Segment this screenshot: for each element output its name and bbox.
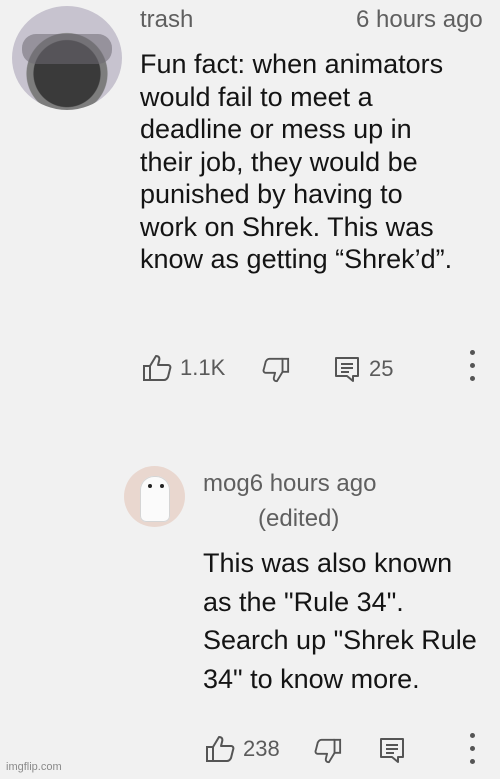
more-vert-icon[interactable] (468, 350, 476, 386)
edited-label: (edited) (258, 505, 340, 532)
reply-icon (335, 357, 359, 382)
reply-line: This was also known (203, 548, 453, 578)
reply-icon (380, 738, 404, 763)
comment-line: punished by having to (140, 179, 403, 209)
reply-dislike-button[interactable] (314, 737, 342, 765)
comment-line: their job, they would be (140, 146, 418, 177)
reply-username-time[interactable]: mog6 hours ago (203, 470, 376, 498)
reply-button[interactable]: 25 (333, 355, 393, 383)
reply-line: 34" to know more. (203, 663, 420, 694)
reply-line: as the "Rule 34". (203, 586, 404, 617)
comment-line: know as getting “Shrek’d”. (140, 244, 453, 274)
reply-line: Search up "Shrek Rule (203, 625, 477, 655)
more-vert-icon[interactable] (468, 733, 476, 769)
dislike-button[interactable] (262, 356, 290, 384)
thumbs-down-icon (262, 357, 290, 383)
like-button[interactable]: 1.1K (142, 354, 225, 382)
thumbs-up-icon (143, 355, 172, 381)
comment-line: Fun fact: when animators (140, 49, 444, 79)
thumbs-down-icon (314, 738, 342, 764)
like-count: 1.1K (180, 355, 226, 380)
reply-like-count: 238 (243, 736, 280, 761)
comment-text: Fun fact: when animators would fail to m… (140, 48, 452, 276)
thumbs-up-icon (206, 736, 235, 762)
reply-count: 25 (369, 356, 394, 381)
reply-avatar[interactable] (124, 466, 185, 527)
avatar[interactable] (12, 6, 122, 110)
comment-line: deadline or mess up in (140, 114, 412, 144)
watermark: imgflip.com (6, 761, 62, 773)
comment-timestamp[interactable]: 6 hours ago (356, 6, 483, 34)
comment-line: would fail to meet a (140, 81, 373, 112)
comment-username[interactable]: trash (140, 6, 193, 34)
reply-text: This was also known as the "Rule 34". Se… (203, 544, 477, 698)
comment-line: work on Shrek. This was (140, 211, 434, 242)
reply-reply-button[interactable] (378, 736, 406, 764)
reply-like-button[interactable]: 238 (205, 735, 280, 763)
